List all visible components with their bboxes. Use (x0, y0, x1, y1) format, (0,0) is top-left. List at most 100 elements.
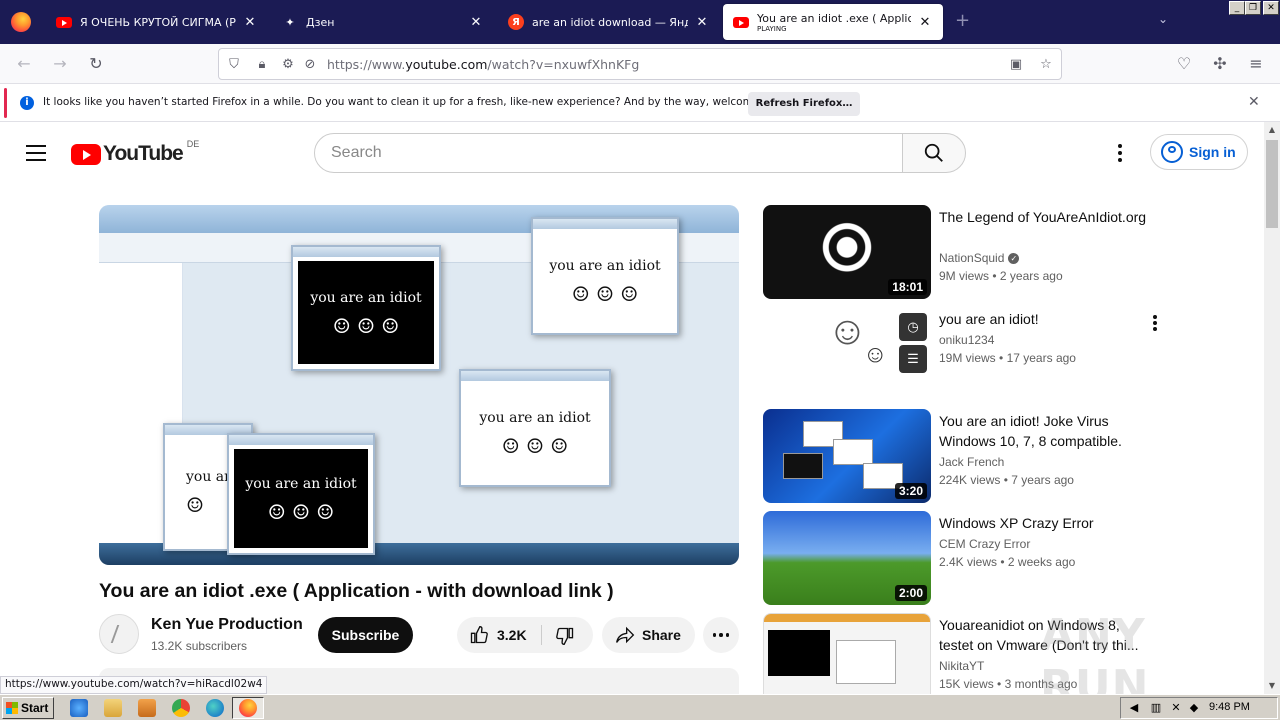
recommendation-item[interactable]: ☺ ☺ ◷ ☰ you are an idiot! oniku1234 19M … (763, 307, 1203, 401)
edge-icon[interactable] (206, 699, 224, 717)
chrome-icon[interactable] (172, 699, 190, 717)
video-thumbnail[interactable]: 2:00 (763, 511, 931, 605)
like-dislike-bar: 3.2K (457, 617, 593, 653)
start-label: Start (21, 701, 49, 715)
youtube-wordmark: YouTube (103, 142, 184, 165)
restore-icon[interactable]: ❐ (1245, 1, 1261, 15)
lock-icon[interactable]: 🔒︎ (253, 56, 271, 74)
popup-text: you are an idiot (479, 409, 591, 426)
anyrun-watermark: ANY RUN (1040, 610, 1150, 694)
network-icon[interactable]: ▥ (1149, 702, 1163, 714)
smiley-faces-icon: ☺ ☺ ☺ (332, 313, 400, 338)
reader-view-icon[interactable]: ▣ (1007, 56, 1025, 74)
page-scrollbar[interactable]: ▲ ▼ (1264, 122, 1280, 694)
bookmark-star-icon[interactable]: ☆ (1037, 56, 1055, 74)
tracking-shield-icon[interactable]: ⛉ (225, 56, 243, 74)
youtube-page: YouTube DE Search Sign in you are an idi… (0, 122, 1264, 694)
tab-label: are an idiot download — Яндекс: н (532, 15, 688, 29)
popup-text: you are an idiot (549, 257, 661, 274)
pocket-icon[interactable]: ♡ (1172, 52, 1196, 76)
recommendation-title[interactable]: You are an idiot! Joke Virus Windows 10,… (939, 411, 1149, 451)
video-player[interactable]: you are an idiot ☺ ☺ ☺ you are an idiot … (99, 205, 739, 565)
popup-text: you are an idiot (310, 289, 422, 306)
yandex-icon: Я (508, 14, 524, 30)
permissions-icon[interactable]: ⚙ (279, 56, 297, 74)
search-button[interactable] (902, 133, 966, 173)
recommendation-menu-icon[interactable] (1153, 315, 1157, 331)
list-all-tabs-icon[interactable]: ⌄ (1158, 12, 1168, 26)
antivirus-icon[interactable]: ◆ (1187, 702, 1201, 714)
start-button[interactable]: Start (2, 697, 54, 719)
tab-close-icon[interactable]: ✕ (694, 15, 710, 30)
forward-arrow-icon[interactable]: → (48, 52, 72, 76)
recommendation-item[interactable]: 2:00 Windows XP Crazy Error CEM Crazy Er… (763, 511, 1203, 605)
extensions-icon[interactable]: ✣ (1208, 52, 1232, 76)
minimize-icon[interactable]: _ (1229, 1, 1245, 15)
firefox-refresh-notification: i It looks like you haven’t started Fire… (0, 84, 1280, 122)
video-thumbnail[interactable]: 3:20 (763, 409, 931, 503)
close-notification-icon[interactable]: ✕ (1248, 94, 1260, 110)
popup-window: you are an idiot ☺ ☺ ☺ (459, 369, 611, 487)
recommendation-item[interactable]: 3:20 You are an idiot! Joke Virus Window… (763, 409, 1203, 503)
recommendation-title[interactable]: Windows XP Crazy Error (939, 513, 1149, 533)
back-arrow-icon[interactable]: ← (12, 52, 36, 76)
tab-close-icon[interactable]: ✕ (468, 15, 484, 30)
like-thumb-icon[interactable] (469, 625, 489, 645)
browser-tab[interactable]: ✦ Дзен ✕ (272, 4, 494, 40)
browser-tab-active[interactable]: You are an idiot .exe ( Application PLAY… (723, 4, 943, 40)
subscribe-button[interactable]: Subscribe (318, 617, 413, 653)
scrollbar-thumb[interactable] (1266, 140, 1278, 228)
channel-name[interactable]: Ken Yue Production (151, 616, 303, 634)
dzen-icon: ✦ (285, 15, 295, 29)
url-bar[interactable]: ⛉ 🔒︎ ⚙ ⊘ https://www.youtube.com/watch?v… (218, 48, 1062, 80)
new-tab-icon[interactable]: + (955, 10, 970, 31)
tab-close-icon[interactable]: ✕ (917, 15, 933, 30)
video-thumbnail[interactable]: 18:01 (763, 205, 931, 299)
channel-avatar[interactable] (99, 614, 139, 654)
browser-tab[interactable]: Я ОЧЕНЬ КРУТОЙ СИГМА (PHONK ✕ (46, 4, 268, 40)
recommendation-item[interactable]: 18:01 The Legend of YouAreAnIdiot.org Na… (763, 205, 1203, 299)
video-thumbnail[interactable]: ☺ ☺ ◷ ☰ (763, 307, 931, 401)
region-code: DE (186, 139, 200, 149)
recommendation-title[interactable]: The Legend of YouAreAnIdiot.org (939, 207, 1149, 227)
add-to-queue-icon[interactable]: ☰ (899, 345, 927, 373)
close-window-icon[interactable]: ✕ (1263, 1, 1279, 15)
scroll-up-arrow-icon[interactable]: ▲ (1264, 122, 1280, 138)
recommendation-title[interactable]: you are an idiot! (939, 309, 1149, 329)
watch-later-icon[interactable]: ◷ (899, 313, 927, 341)
recommendation-channel: CEM Crazy Error (939, 537, 1031, 551)
video-thumbnail[interactable] (763, 613, 931, 694)
recommendation-meta: 224K views • 7 years ago (939, 473, 1074, 487)
share-button[interactable]: Share (602, 617, 695, 653)
media-player-icon[interactable] (138, 699, 156, 717)
popup-window: you are an idiot ☺ ☺ ☺ (291, 245, 441, 371)
recommendation-channel: NationSquid ✓ (939, 251, 1020, 265)
notification-accent (4, 88, 7, 118)
guide-menu-icon[interactable] (26, 145, 46, 161)
internet-explorer-icon[interactable] (70, 699, 88, 717)
search-input[interactable]: Search (314, 133, 904, 173)
subscriber-count: 13.2K subscribers (151, 639, 248, 653)
browser-tab[interactable]: Я are an idiot download — Яндекс: н ✕ (498, 4, 720, 40)
sign-in-button[interactable]: Sign in (1150, 134, 1248, 170)
dislike-thumb-icon[interactable] (555, 626, 575, 646)
popup-window: you are an idiot ☺ ☺ ☺ (531, 217, 679, 335)
scroll-down-arrow-icon[interactable]: ▼ (1264, 678, 1280, 694)
refresh-firefox-button[interactable]: Refresh Firefox… (748, 92, 860, 116)
smiley-faces-icon: ☺ ☺ ☺ (267, 499, 335, 524)
app-menu-icon[interactable]: ≡ (1244, 52, 1268, 76)
clock[interactable]: 9:48 PM (1209, 701, 1250, 713)
security-alert-icon[interactable]: ✕ (1169, 702, 1183, 714)
reload-icon[interactable]: ↻ (84, 52, 108, 76)
autoplay-blocked-icon[interactable]: ⊘ (301, 56, 319, 74)
tab-close-icon[interactable]: ✕ (242, 15, 258, 30)
firefox-view-button[interactable] (0, 0, 42, 44)
more-actions-button[interactable] (703, 617, 739, 653)
smiley-face-icon: ☺ (186, 492, 204, 517)
firefox-taskbar-button[interactable] (232, 697, 264, 719)
settings-more-icon[interactable] (1110, 142, 1130, 164)
volume-icon[interactable]: ◀ (1127, 702, 1141, 714)
info-icon: i (20, 96, 34, 110)
youtube-logo[interactable]: YouTube DE (71, 139, 200, 166)
folder-icon[interactable] (104, 699, 122, 717)
